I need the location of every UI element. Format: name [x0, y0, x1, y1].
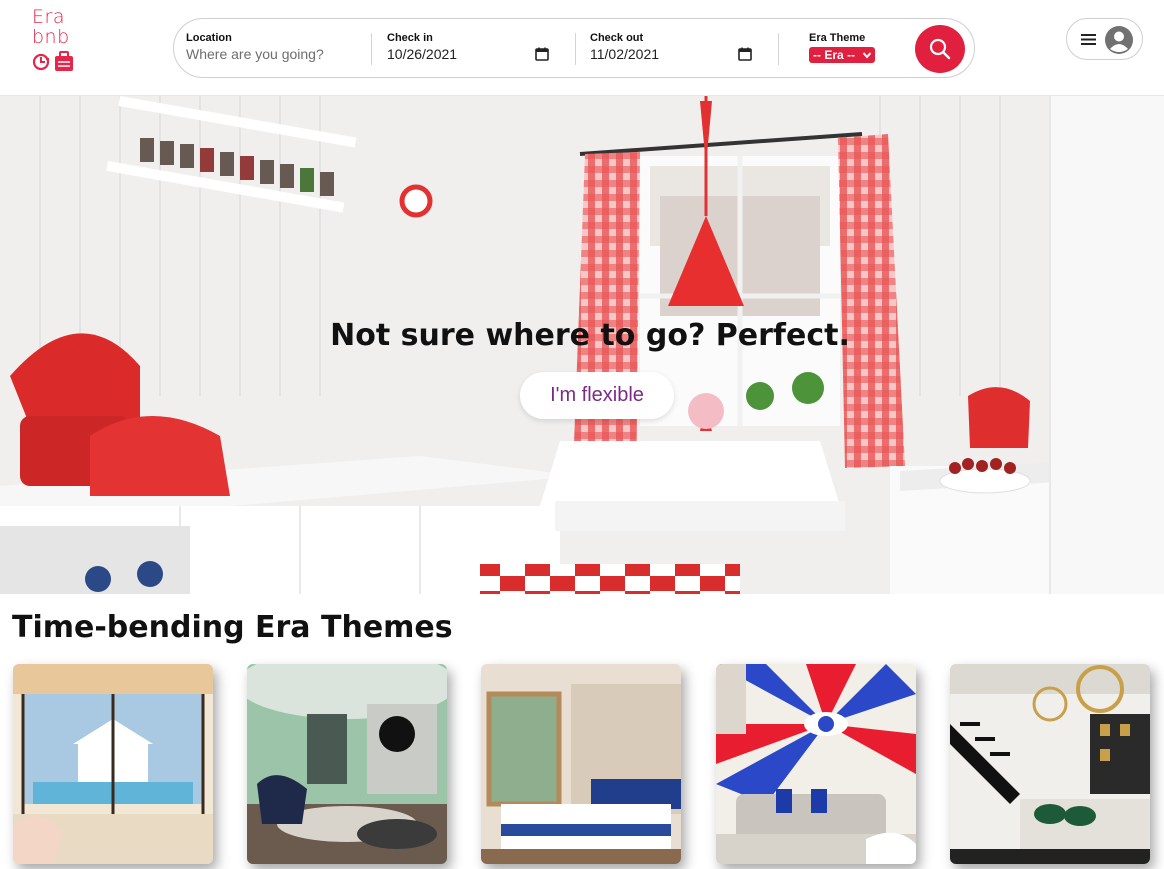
theme-image-pop-art-living-room [716, 664, 916, 864]
theme-card-modern-bedroom[interactable] [481, 664, 681, 864]
era-theme-select[interactable]: -- Era -- [809, 47, 875, 63]
hero-banner: Not sure where to go? Perfect. I'm flexi… [0, 96, 1164, 594]
logo-text-era: Era [32, 6, 65, 28]
user-avatar-icon [1105, 26, 1133, 54]
location-input[interactable]: Where are you going? [186, 46, 324, 62]
theme-card-pop-art-living-room[interactable] [716, 664, 916, 864]
user-menu-button[interactable] [1066, 18, 1143, 60]
hero-title: Not sure where to go? Perfect. [330, 318, 850, 353]
logo-text-bnb: bnb [32, 26, 70, 48]
check-in-label: Check in [387, 32, 433, 44]
theme-image-industrial-loft [950, 664, 1150, 864]
top-navigation-bar: Era bnb Location Where are you going? Ch… [0, 0, 1164, 96]
check-in-input[interactable]: 10/26/2021 [387, 46, 457, 62]
location-label: Location [186, 32, 232, 44]
check-out-input[interactable]: 11/02/2021 [590, 46, 659, 62]
chevron-down-icon [862, 52, 872, 59]
theme-image-poolside-villa [13, 664, 213, 864]
theme-card-poolside-villa[interactable] [13, 664, 213, 864]
theme-card-mid-century-lounge[interactable] [247, 664, 447, 864]
search-button[interactable] [915, 25, 965, 73]
divider [778, 33, 779, 65]
check-out-label: Check out [590, 32, 644, 44]
clock-suitcase-icon [32, 51, 73, 71]
check-out-field[interactable]: Check out 11/02/2021 [590, 19, 760, 79]
search-bar: Location Where are you going? Check in 1… [173, 18, 975, 78]
era-theme-selected: -- Era -- [813, 48, 855, 62]
theme-image-modern-bedroom [481, 664, 681, 864]
im-flexible-button[interactable]: I'm flexible [520, 372, 674, 419]
check-in-field[interactable]: Check in 10/26/2021 [387, 19, 557, 79]
erabnb-logo[interactable]: Era bnb [32, 8, 82, 74]
location-field[interactable]: Location Where are you going? [186, 19, 366, 79]
hamburger-icon [1081, 34, 1096, 45]
search-icon [929, 38, 951, 60]
divider [575, 33, 576, 65]
divider [371, 33, 372, 65]
era-theme-label: Era Theme [809, 32, 866, 44]
calendar-icon[interactable] [738, 47, 752, 61]
themes-section-title: Time-bending Era Themes [12, 610, 453, 645]
era-theme-field: Era Theme -- Era -- [809, 19, 909, 79]
theme-card-industrial-loft[interactable] [950, 664, 1150, 864]
calendar-icon[interactable] [535, 47, 549, 61]
theme-image-mid-century-lounge [247, 664, 447, 864]
